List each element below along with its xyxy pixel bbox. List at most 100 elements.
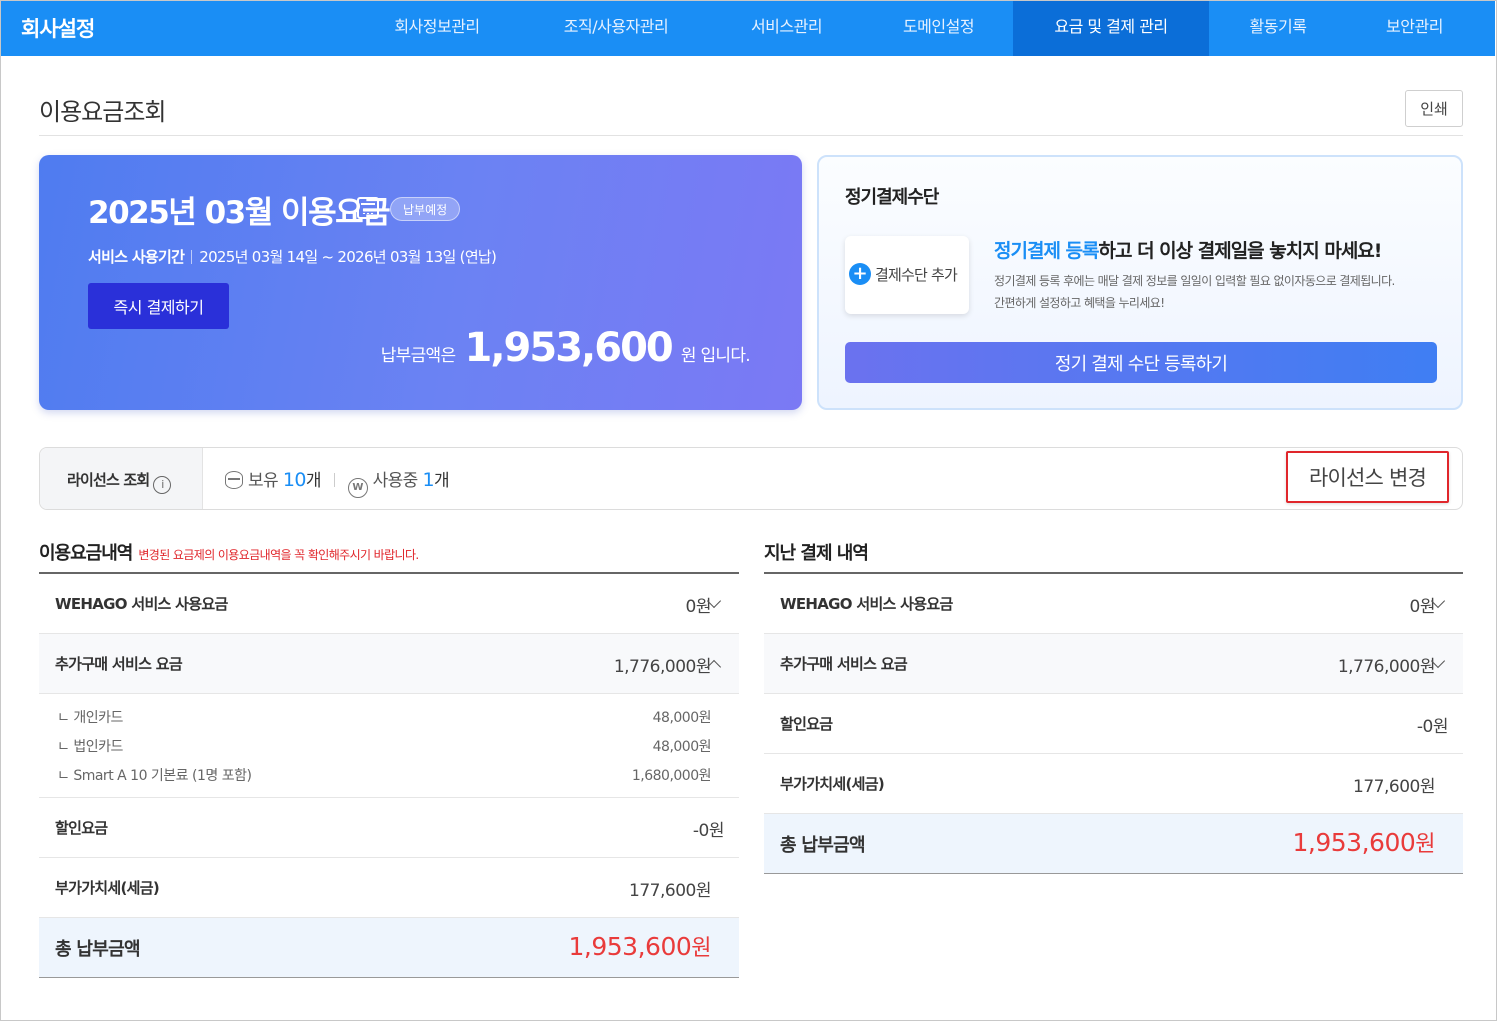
total-amount-unit: 원 — [1415, 832, 1435, 857]
total-amount-value: 1,953,600 — [568, 932, 692, 961]
usage-table: WEHAGO 서비스 사용요금 0원 추가구매 서비스 요금 1,776,000… — [39, 572, 739, 978]
recurring-headline: 정기결제 등록하고 더 이상 결제일을 놓치지 마세요! — [994, 236, 1383, 263]
license-label-text: 라이선스 조회 — [67, 471, 150, 489]
recurring-headline-accent: 정기결제 등록 — [994, 240, 1099, 262]
past-row-vat: 부가가치세(세금) 177,600원 — [764, 754, 1463, 814]
coin-stack-icon — [225, 471, 243, 489]
row-label: WEHAGO 서비스 사용요금 — [55, 595, 228, 613]
usage-row-total: 총 납부금액 1,953,600원 — [39, 918, 739, 978]
row-label: 추가구매 서비스 요금 — [55, 655, 183, 673]
total-amount-unit: 원 — [691, 936, 711, 961]
list-item: ㄴ 개인카드 48,000원 — [57, 707, 712, 731]
nav-item-security[interactable]: 보안관리 — [1357, 1, 1472, 56]
billing-summary-card: 2025년 03월 이용요금 납부예정 서비스 사용기간 2025년 03월 14… — [39, 155, 802, 410]
inuse-unit: 개 — [434, 471, 450, 491]
row-value: -0원 — [1416, 717, 1449, 737]
total-amount: 1,953,600원 — [568, 930, 712, 962]
total-amount-value: 1,953,600 — [1292, 828, 1416, 857]
print-button[interactable]: 인쇄 — [1405, 90, 1463, 127]
page-title: 이용요금조회 — [39, 98, 166, 126]
nav-item-org-users[interactable]: 조직/사용자관리 — [541, 1, 691, 56]
nav-item-activity-log[interactable]: 활동기록 — [1225, 1, 1331, 56]
detail-label: ㄴ 법인카드 — [57, 739, 123, 755]
recurring-payment-card: 정기결제수단 + 결제수단 추가 정기결제 등록하고 더 이상 결제일을 놓치지… — [817, 155, 1463, 410]
license-bar: 라이선스 조회 i 보유 10개 W 사용중 1개 — [39, 447, 1463, 510]
row-label: 총 납부금액 — [780, 835, 866, 856]
row-label: 할인요금 — [55, 819, 108, 837]
service-period: 서비스 사용기간 2025년 03월 14일 ~ 2026년 03월 13일 (연… — [88, 246, 497, 267]
usage-title: 이용요금내역 — [39, 543, 133, 564]
service-period-label: 서비스 사용기간 — [88, 248, 185, 266]
license-label-box: 라이선스 조회 i — [40, 448, 203, 509]
service-period-value: 2025년 03월 14일 ~ 2026년 03월 13일 (연납) — [199, 248, 497, 266]
status-badge: 납부예정 — [390, 197, 461, 221]
add-payment-method-button[interactable]: + 결제수단 추가 — [845, 236, 969, 314]
row-value: 177,600원 — [1353, 777, 1435, 797]
amount-suffix: 원 입니다. — [680, 346, 751, 366]
nav-item-services[interactable]: 서비스관리 — [729, 1, 844, 56]
past-row-service[interactable]: WEHAGO 서비스 사용요금 0원 — [764, 574, 1463, 634]
recurring-description: 정기결제 등록 후에는 매달 결제 정보를 일일이 입력할 필요 없이자동으로 … — [994, 270, 1449, 314]
recurring-title: 정기결제수단 — [845, 187, 939, 208]
inuse-label: 사용중 — [372, 471, 419, 491]
row-value: 0원 — [685, 597, 712, 617]
change-license-button[interactable]: 라이선스 변경 — [1286, 451, 1449, 503]
usage-note: 변경된 요금제의 이용요금내역을 꼭 확인해주시기 바랍니다. — [138, 548, 419, 562]
detail-value: 48,000원 — [652, 710, 712, 726]
register-recurring-button[interactable]: 정기 결제 수단 등록하기 — [845, 342, 1437, 383]
usage-row-extra[interactable]: 추가구매 서비스 요금 1,776,000원 — [39, 634, 739, 694]
nav-item-domain[interactable]: 도메인설정 — [881, 1, 996, 56]
row-value: 1,776,000원 — [1337, 657, 1436, 677]
detail-label: ㄴ Smart A 10 기본료 (1명 포함) — [57, 768, 252, 784]
in-use-icon: W — [347, 478, 368, 498]
owned-unit: 개 — [305, 471, 322, 491]
license-stats: 보유 10개 W 사용중 1개 — [225, 466, 450, 498]
row-label: 할인요금 — [780, 715, 833, 733]
info-icon[interactable]: i — [153, 476, 172, 494]
recurring-headline-rest: 하고 더 이상 결제일을 놓치지 마세요! — [1098, 240, 1383, 262]
list-item: ㄴ Smart A 10 기본료 (1명 포함) 1,680,000원 — [57, 765, 712, 789]
detail-value: 1,680,000원 — [631, 768, 712, 784]
usage-detail-list: ㄴ 개인카드 48,000원 ㄴ 법인카드 48,000원 ㄴ Smart A … — [39, 694, 739, 798]
calendar-icon[interactable] — [357, 197, 379, 219]
row-value: 177,600원 — [629, 881, 711, 901]
inuse-count: 1 — [422, 469, 435, 491]
nav-item-company-info[interactable]: 회사정보관리 — [373, 1, 501, 56]
recurring-desc-line2: 간편하게 설정하고 혜택을 누리세요! — [994, 296, 1165, 310]
row-label: 추가구매 서비스 요금 — [780, 655, 908, 673]
usage-row-vat: 부가가치세(세금) 177,600원 — [39, 858, 739, 918]
owned-count: 10 — [282, 469, 307, 491]
recurring-desc-line1: 정기결제 등록 후에는 매달 결제 정보를 일일이 입력할 필요 없이자동으로 … — [994, 274, 1395, 288]
row-label: 부가가치세(세금) — [55, 879, 160, 897]
billing-month-title: 2025년 03월 이용요금 — [88, 195, 391, 231]
license-label: 라이선스 조회 i — [67, 469, 172, 494]
past-row-total: 총 납부금액 1,953,600원 — [764, 814, 1463, 874]
plus-circle-icon: + — [849, 263, 871, 285]
pay-now-button[interactable]: 즉시 결제하기 — [88, 283, 229, 329]
past-section-title: 지난 결제 내역 — [764, 543, 869, 564]
title-divider — [39, 135, 1463, 136]
top-nav: 회사설정 회사정보관리 조직/사용자관리 서비스관리 도메인설정 요금 및 결제… — [1, 1, 1495, 56]
nav-item-billing[interactable]: 요금 및 결제 관리 — [1013, 1, 1209, 56]
detail-value: 48,000원 — [652, 739, 712, 755]
past-row-extra[interactable]: 추가구매 서비스 요금 1,776,000원 — [764, 634, 1463, 694]
row-value: 1,776,000원 — [613, 657, 712, 677]
row-label: WEHAGO 서비스 사용요금 — [780, 595, 953, 613]
row-value: 0원 — [1409, 597, 1436, 617]
amount-prefix: 납부금액은 — [380, 346, 456, 366]
total-amount: 1,953,600원 — [1292, 826, 1436, 858]
row-label: 부가가치세(세금) — [780, 775, 885, 793]
amount-due: 납부금액은 1,953,600 원 입니다. — [380, 325, 751, 371]
usage-row-service[interactable]: WEHAGO 서비스 사용요금 0원 — [39, 574, 739, 634]
brand-title: 회사설정 — [21, 17, 95, 41]
past-table: WEHAGO 서비스 사용요금 0원 추가구매 서비스 요금 1,776,000… — [764, 572, 1463, 874]
amount-value: 1,953,600 — [464, 325, 674, 371]
past-row-discount: 할인요금 -0원 — [764, 694, 1463, 754]
owned-label: 보유 — [248, 471, 279, 491]
detail-label: ㄴ 개인카드 — [57, 710, 123, 726]
list-item: ㄴ 법인카드 48,000원 — [57, 736, 712, 760]
row-label: 총 납부금액 — [55, 939, 141, 960]
row-value: -0원 — [692, 821, 725, 841]
usage-section-title: 이용요금내역 변경된 요금제의 이용요금내역을 꼭 확인해주시기 바랍니다. — [39, 539, 419, 565]
usage-row-discount: 할인요금 -0원 — [39, 798, 739, 858]
